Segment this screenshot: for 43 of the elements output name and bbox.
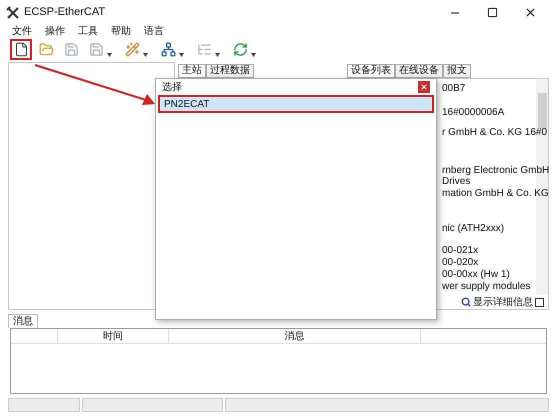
- close-icon: [420, 83, 428, 91]
- details-checkbox[interactable]: [535, 298, 544, 306]
- device-list-row[interactable]: nic (ATH2xxx): [442, 223, 504, 235]
- device-list-row[interactable]: 00-020x: [442, 257, 478, 269]
- tools-icon: [6, 6, 20, 20]
- caret-icon[interactable]: [251, 52, 256, 56]
- details-label: 显示详细信息: [473, 296, 533, 310]
- maximize-icon[interactable]: [487, 7, 498, 18]
- menu-item[interactable]: 文件: [12, 24, 32, 39]
- toolbar-button[interactable]: [10, 38, 32, 60]
- tab[interactable]: 过程数据: [206, 64, 254, 78]
- menu-item[interactable]: 操作: [45, 24, 65, 39]
- window-title: ECSP-EtherCAT: [24, 5, 106, 20]
- tab[interactable]: 报文: [443, 64, 471, 78]
- device-list-row[interactable]: 00-00xx (Hw 1): [442, 269, 510, 281]
- tab[interactable]: 消息: [8, 314, 38, 328]
- menu-item[interactable]: 帮助: [111, 24, 131, 39]
- device-list-row[interactable]: rnberg Electronic GmbH: [442, 165, 550, 177]
- column-header[interactable]: 时间: [58, 329, 169, 343]
- network-icon[interactable]: [160, 42, 176, 56]
- tab[interactable]: 在线设备: [395, 64, 443, 78]
- device-list-row[interactable]: 00B7: [442, 83, 466, 95]
- menu-item[interactable]: 工具: [78, 24, 98, 39]
- menu-item[interactable]: 语言: [144, 24, 164, 39]
- close-button[interactable]: [418, 81, 430, 93]
- device-list-row[interactable]: wer supply modules: [442, 281, 530, 293]
- tab[interactable]: 设备列表: [347, 64, 395, 78]
- tab[interactable]: 主站: [178, 64, 206, 78]
- dialog-title: 选择: [162, 80, 182, 94]
- device-list-row[interactable]: mation GmbH & Co. KG: [442, 188, 549, 200]
- device-list-row[interactable]: 16#0000006A: [442, 107, 504, 119]
- caret-icon[interactable]: [179, 52, 184, 56]
- status-segment: [8, 398, 80, 412]
- new-file-icon[interactable]: [14, 42, 28, 56]
- refresh-icon[interactable]: [232, 42, 248, 56]
- close-icon[interactable]: [524, 6, 537, 19]
- device-list-row[interactable]: r GmbH & Co. KG 16#0: [442, 127, 548, 139]
- list-item[interactable]: PN2ECAT: [158, 95, 434, 113]
- caret-icon[interactable]: [143, 52, 148, 56]
- column-header[interactable]: 消息: [169, 329, 421, 343]
- device-list-row[interactable]: Drives: [442, 176, 470, 188]
- device-list-row[interactable]: 00-021x: [442, 245, 478, 257]
- search-icon: [461, 297, 471, 307]
